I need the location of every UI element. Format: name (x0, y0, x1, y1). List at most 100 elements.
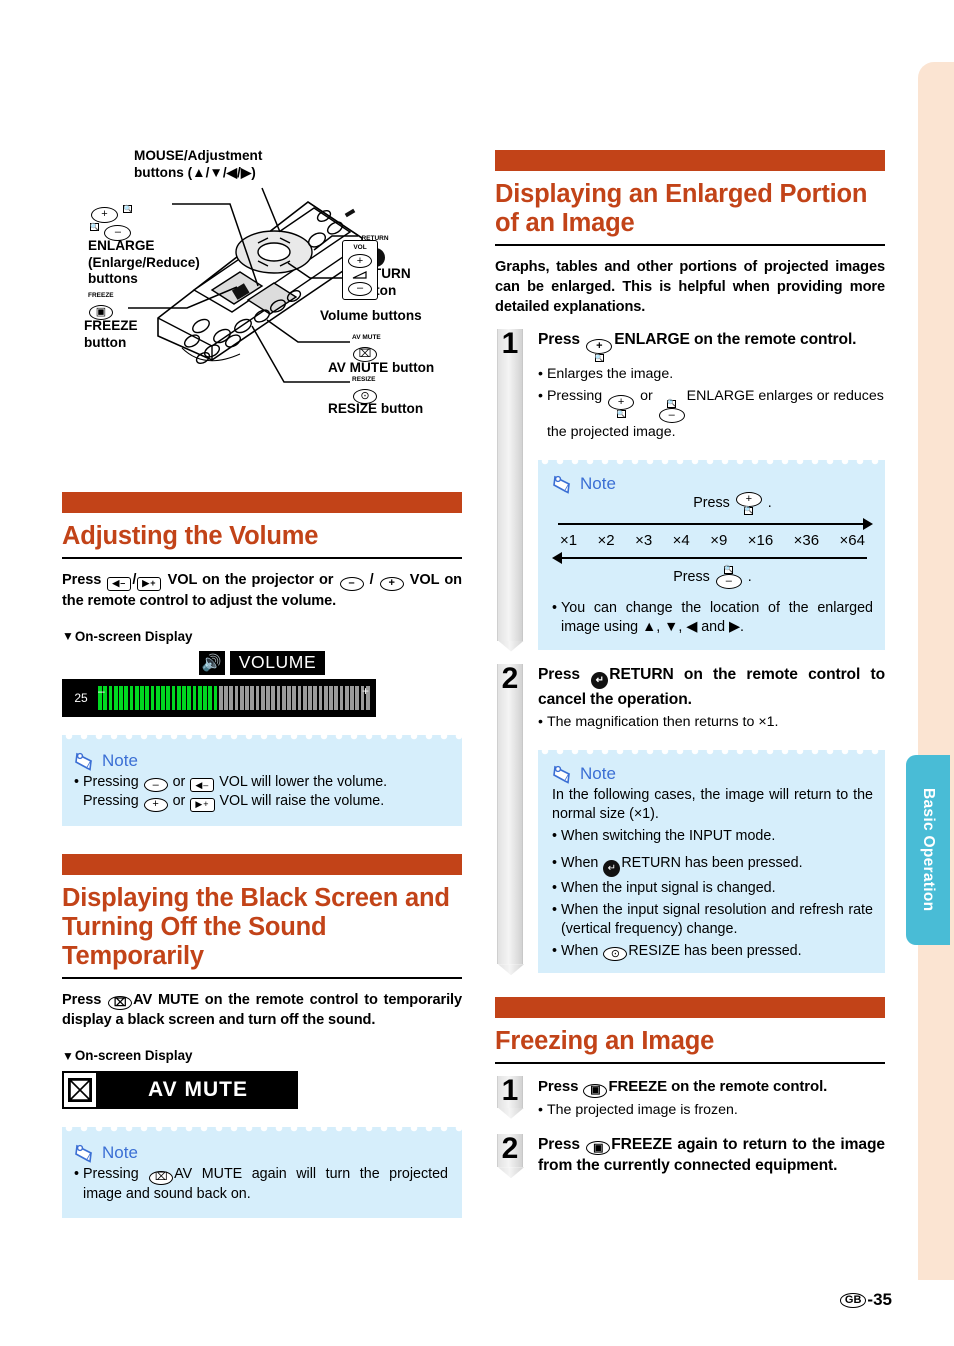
osd-tick (239, 685, 244, 710)
page-title-volume: Adjusting the Volume (62, 522, 319, 550)
triangle-down-icon: ▼ (62, 629, 74, 643)
step-1-freeze: 1 Press ▣ FREEZE on the remote control. •… (495, 1076, 885, 1120)
page-number: GB -35 (839, 1290, 892, 1310)
osd-tick (203, 685, 207, 710)
callout-line: (Enlarge/Reduce) (88, 254, 200, 270)
step-1-title: Press + 🔍 ENLARGE on the remote control. (538, 331, 857, 362)
callout-line: RESIZE button (328, 401, 424, 416)
magnification-value: ×4 (672, 531, 690, 549)
magnification-scale: Press + 🔍 . ×1 ×2 ×3 ×4 ×9 ×16 ×36 ×64 P… (552, 491, 873, 589)
note-enlarge-scale: Note Press + 🔍 . ×1 ×2 ×3 ×4 ×9 ×16 ×36 … (538, 459, 885, 650)
enlarge-intro: Graphs, tables and other portions of pro… (495, 259, 885, 315)
magnifier-icon: 🔍 (90, 223, 99, 231)
section-enlarge: Displaying an Enlarged Portion of an Ima… (495, 150, 885, 974)
osd-label-av-mute: ▼ On-screen Display (62, 1048, 193, 1063)
osd-tick (255, 685, 260, 710)
bullet: • (538, 388, 543, 404)
return-icon: ↵ (603, 860, 621, 878)
osd-volume-word: VOLUME (229, 650, 326, 675)
osd-tick (213, 685, 218, 710)
projector-vol-down-icon: ◀– (107, 576, 132, 591)
speaker-icon: 🔊 (198, 650, 225, 675)
bullet: • (552, 880, 558, 897)
step-number: 2 (501, 661, 519, 695)
osd-plus-sign: + (361, 683, 369, 698)
note-label: Note (580, 763, 616, 783)
magnifier-icon: 🔍 (123, 205, 133, 213)
note-label: Note (580, 473, 616, 493)
page-edge-band (918, 62, 954, 1280)
osd-tick (197, 685, 202, 710)
step-ribbon (497, 329, 523, 641)
note-volume: Note • Pressing – or ◀– VOL will lower t… (62, 734, 462, 826)
note-item: • When switching the INPUT mode. (552, 827, 873, 847)
step-number: 1 (501, 1074, 519, 1108)
osd-volume-bar: 25 – + (62, 678, 376, 717)
return-icon: ↵ (591, 671, 609, 689)
av-mute-icon: ⌧ (108, 996, 133, 1010)
side-tab-basic-operation: Basic Operation (906, 755, 950, 945)
osd-tick (119, 685, 123, 710)
osd-tick (339, 685, 344, 710)
note-perforation (62, 1127, 462, 1134)
callout-mouse-adjustment: MOUSE/Adjustment buttons (▲/▼/◀/▶) (134, 148, 262, 181)
callout-freeze: FREEZE button (84, 318, 138, 351)
osd-tick (218, 685, 223, 710)
osd-tick (182, 685, 186, 710)
avmute-icon-caption: AV MUTE (352, 334, 381, 341)
osd-volume-value: 25 (74, 690, 88, 705)
vol-plus-icon: + (348, 254, 372, 269)
osd-volume-display: 🔊 VOLUME 25 – + (62, 650, 462, 717)
callout-line: ENLARGE (88, 238, 155, 253)
step-number: 2 (501, 1131, 519, 1165)
osd-tick (187, 685, 192, 710)
section-bar (62, 853, 462, 875)
magnification-value: ×36 (793, 531, 820, 549)
bullet: • (538, 1101, 543, 1118)
osd-tick (344, 685, 349, 710)
resize-icon-caption: RESIZE (352, 376, 376, 383)
magnifier-icon: 🔍 (594, 354, 604, 362)
freeze-icon: ▣ (586, 1141, 611, 1156)
osd-volume-ticks (98, 685, 370, 710)
freeze-icon: ▣ (583, 1083, 608, 1098)
osd-tick (108, 685, 113, 710)
step-number: 1 (501, 327, 519, 360)
callout-line: AV MUTE button (328, 360, 435, 375)
magnification-value: ×3 (635, 531, 653, 549)
step-ribbon (497, 663, 523, 965)
bullet: • (552, 855, 558, 871)
remote-diagram-svg (128, 187, 363, 383)
magnification-value: ×64 (839, 531, 865, 549)
bullet: • (538, 366, 543, 382)
vol-minus-icon: – (348, 281, 372, 296)
osd-tick (250, 685, 255, 710)
pencil-icon (553, 475, 571, 494)
callout-volume: Volume buttons (320, 308, 422, 325)
left-column: Adjusting the Volume Press ◀– / ▶+ VOL on … (62, 492, 462, 1218)
osd-tick (245, 685, 249, 710)
divider (62, 557, 462, 559)
step-bullet: • The magnification then returns to ×1. (538, 713, 779, 730)
enlarge-minus-icon: – 🔍 (658, 399, 686, 423)
callout-line: buttons (88, 271, 138, 286)
callout-line: Volume buttons (320, 308, 422, 323)
callout-line: MOUSE/Adjustment (134, 148, 263, 163)
triangle-down-icon: ▼ (62, 1048, 74, 1063)
step-2-freeze-title: Press ▣ FREEZE again to return to the ima… (538, 1135, 886, 1175)
osd-minus-sign: – (98, 683, 105, 698)
osd-tick (113, 685, 118, 710)
osd-tick (145, 685, 150, 710)
step-1-enlarge: 1 Press + 🔍 ENLARGE on the remote contro… (495, 329, 885, 650)
osd-tick (140, 685, 144, 710)
magnifier-icon: 🔍 (616, 410, 626, 418)
bullet: • (552, 901, 558, 918)
divider (495, 244, 885, 246)
osd-av-mute-word: AV MUTE (98, 1071, 298, 1109)
osd-tick (208, 685, 213, 710)
osd-tick (297, 685, 302, 710)
osd-tick (318, 685, 323, 710)
section-av-mute: Displaying the Black Screen and Turning … (62, 853, 462, 1218)
enlarge-minus-icon: – 🔍 (715, 565, 743, 589)
resize-icon: ⊙ (603, 947, 628, 962)
